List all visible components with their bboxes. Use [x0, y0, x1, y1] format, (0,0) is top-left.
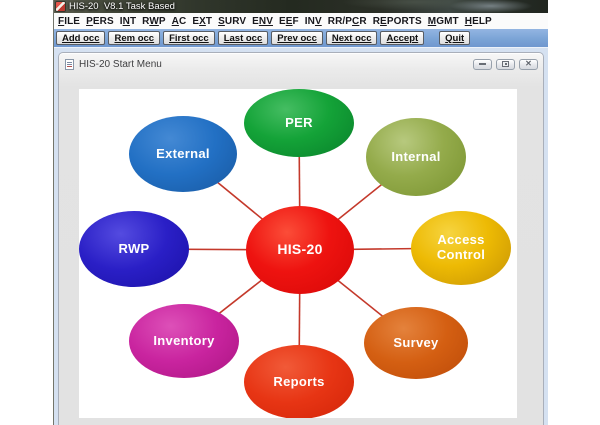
diagram-node-internal[interactable]: Internal — [366, 118, 466, 196]
restore-button[interactable] — [496, 58, 515, 70]
diagram-node-reports[interactable]: Reports — [244, 345, 354, 418]
menu-item-inv[interactable]: INV — [302, 16, 325, 27]
menu-item-reports[interactable]: REPORTS — [370, 16, 425, 27]
start-menu-diagram: PER Internal Access Control Survey Repor… — [79, 89, 517, 418]
accept-button[interactable]: Accept — [380, 31, 425, 45]
window-titlebar: HIS-20 V8.1 Task Based — [54, 0, 548, 13]
last-occ-button[interactable]: Last occ — [217, 31, 269, 45]
close-button[interactable]: ✕ — [519, 58, 538, 70]
menu-item-rrpcr[interactable]: RR/PCR — [325, 16, 370, 27]
first-occ-button[interactable]: First occ — [163, 31, 215, 45]
child-window-controls: ✕ — [473, 58, 538, 70]
prev-occ-button[interactable]: Prev occ — [271, 31, 323, 45]
toolbar: Add occ Rem occ First occ Last occ Prev … — [54, 29, 548, 47]
menu-item-eef[interactable]: EEF — [276, 16, 302, 27]
child-window-title: HIS-20 Start Menu — [79, 58, 162, 70]
menu-item-pers[interactable]: PERS — [83, 16, 117, 27]
menu-item-ext[interactable]: EXT — [189, 16, 215, 27]
mdi-client-area: HIS-20 Start Menu ✕ PER Internal Access … — [54, 47, 548, 425]
minimize-icon — [479, 63, 486, 65]
menu-bar: FILE PERS INT RWP AC EXT SURV ENV EEF IN… — [54, 13, 548, 29]
restore-icon — [502, 61, 509, 67]
quit-button[interactable]: Quit — [439, 31, 471, 45]
diagram-node-rwp[interactable]: RWP — [79, 211, 189, 287]
document-icon — [65, 58, 74, 70]
diagram-node-his20-center[interactable]: HIS-20 — [246, 206, 354, 294]
menu-item-rwp[interactable]: RWP — [139, 16, 168, 27]
menu-item-ac[interactable]: AC — [169, 16, 190, 27]
app-icon — [56, 2, 65, 11]
diagram-node-per[interactable]: PER — [244, 89, 354, 157]
start-menu-child-window: HIS-20 Start Menu ✕ PER Internal Access … — [58, 52, 544, 425]
menu-item-help[interactable]: HELP — [462, 16, 495, 27]
diagram-node-survey[interactable]: Survey — [364, 307, 468, 379]
minimize-button[interactable] — [473, 58, 492, 70]
diagram-node-inventory[interactable]: Inventory — [129, 304, 239, 378]
window-title: HIS-20 V8.1 Task Based — [69, 1, 175, 12]
application-window: HIS-20 V8.1 Task Based FILE PERS INT RWP… — [53, 0, 548, 425]
menu-item-surv[interactable]: SURV — [215, 16, 249, 27]
menu-item-file[interactable]: FILE — [55, 16, 83, 27]
rem-occ-button[interactable]: Rem occ — [108, 31, 161, 45]
diagram-node-access-control[interactable]: Access Control — [411, 211, 511, 285]
child-window-titlebar[interactable]: HIS-20 Start Menu ✕ — [59, 53, 543, 72]
menu-item-mgmt[interactable]: MGMT — [425, 16, 462, 27]
diagram-node-external[interactable]: External — [129, 116, 237, 192]
menu-item-int[interactable]: INT — [117, 16, 139, 27]
close-icon: ✕ — [525, 59, 532, 68]
add-occ-button[interactable]: Add occ — [56, 31, 106, 45]
next-occ-button[interactable]: Next occ — [325, 31, 378, 45]
menu-item-env[interactable]: ENV — [249, 16, 276, 27]
